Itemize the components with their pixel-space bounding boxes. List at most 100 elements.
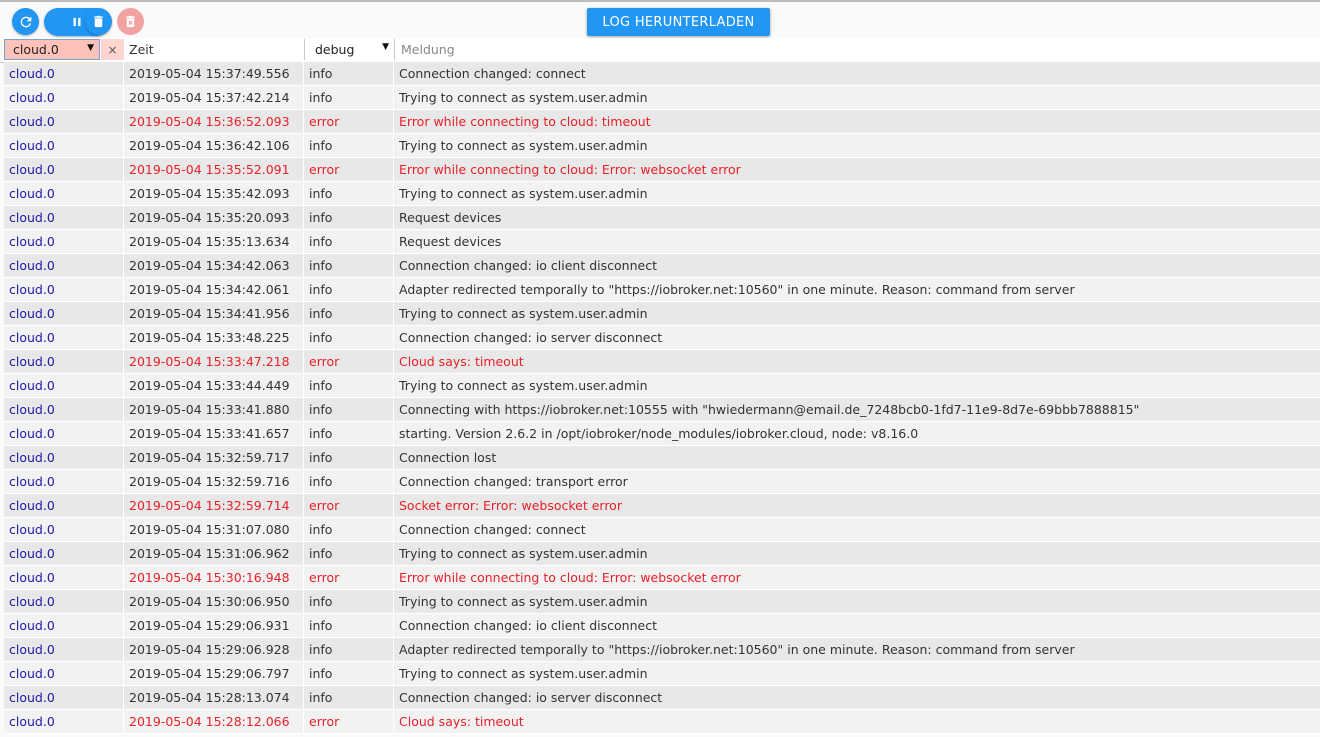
log-message-cell: Connecting with https://iobroker.net:105… xyxy=(399,402,1140,417)
filter-row: cloud.0 ▼ × debug ▼ xyxy=(0,38,1320,63)
log-row: cloud.0 2019-05-04 15:35:52.091 error Error… xyxy=(4,157,1320,182)
log-row: cloud.0 2019-05-04 15:32:59.716 info Connec… xyxy=(4,469,1320,494)
log-source-cell: cloud.0 xyxy=(4,589,124,614)
log-time-cell: 2019-05-04 15:37:42.214 xyxy=(124,85,304,110)
log-time-cell: 2019-05-04 15:31:06.962 xyxy=(124,541,304,566)
log-row: cloud.0 2019-05-04 15:30:16.948 error Error… xyxy=(4,565,1320,590)
log-row: cloud.0 2019-05-04 15:29:06.797 info Trying… xyxy=(4,661,1320,686)
log-message-cell: Trying to connect as system.user.admin xyxy=(399,594,648,609)
log-source-cell: cloud.0 xyxy=(4,61,124,86)
log-source-cell: cloud.0 xyxy=(4,85,124,110)
log-row: cloud.0 2019-05-04 15:34:42.061 info Adapte… xyxy=(4,277,1320,302)
log-row: cloud.0 2019-05-04 15:31:07.080 info Connec… xyxy=(4,517,1320,542)
log-row: cloud.0 2019-05-04 15:35:42.093 info Trying… xyxy=(4,181,1320,206)
log-message-cell: Trying to connect as system.user.admin xyxy=(399,666,648,681)
log-severity-cell: info xyxy=(304,373,394,398)
log-message-cell: Trying to connect as system.user.admin xyxy=(399,186,648,201)
log-message-cell: Trying to connect as system.user.admin xyxy=(399,90,648,105)
log-row: cloud.0 2019-05-04 15:37:49.556 info Connec… xyxy=(4,61,1320,86)
log-row: cloud.0 2019-05-04 15:31:06.962 info Trying… xyxy=(4,541,1320,566)
log-severity-cell: info xyxy=(304,517,394,542)
dropdown-arrow-icon: ▼ xyxy=(87,43,94,53)
log-source-cell: cloud.0 xyxy=(4,205,124,230)
log-severity-cell: info xyxy=(304,85,394,110)
log-row: cloud.0 2019-05-04 15:33:48.225 info Connec… xyxy=(4,325,1320,350)
log-severity-cell: error xyxy=(304,157,394,182)
log-row: cloud.0 2019-05-04 15:34:42.063 info Connec… xyxy=(4,253,1320,278)
log-message-cell: Cloud says: timeout xyxy=(399,354,524,369)
log-time-cell: 2019-05-04 15:35:13.634 xyxy=(124,229,304,254)
log-severity-cell: info xyxy=(304,541,394,566)
log-severity-cell: info xyxy=(304,301,394,326)
log-message-cell: starting. Version 2.6.2 in /opt/iobroker… xyxy=(399,426,919,441)
log-time-cell: 2019-05-04 15:35:52.091 xyxy=(124,157,304,182)
log-source-cell: cloud.0 xyxy=(4,181,124,206)
log-severity-cell: info xyxy=(304,637,394,662)
log-severity-cell: error xyxy=(304,493,394,518)
pause-icon xyxy=(73,17,81,27)
log-time-cell: 2019-05-04 15:28:12.066 xyxy=(124,709,304,734)
log-severity-cell: info xyxy=(304,205,394,230)
log-source-cell: cloud.0 xyxy=(4,469,124,494)
log-message-cell: Connection lost xyxy=(399,450,497,465)
log-message-cell: Trying to connect as system.user.admin xyxy=(399,138,648,153)
log-message-cell: Connection changed: transport error xyxy=(399,474,628,489)
log-time-cell: 2019-05-04 15:30:16.948 xyxy=(124,565,304,590)
log-source-cell: cloud.0 xyxy=(4,277,124,302)
log-row: cloud.0 2019-05-04 15:35:13.634 info Reques… xyxy=(4,229,1320,254)
log-source-cell: cloud.0 xyxy=(4,157,124,182)
log-message-cell: Trying to connect as system.user.admin xyxy=(399,378,648,393)
refresh-button[interactable] xyxy=(12,8,39,35)
clear-source-filter-button[interactable]: × xyxy=(101,39,124,60)
time-filter-input[interactable] xyxy=(125,39,305,60)
log-message-cell: Trying to connect as system.user.admin xyxy=(399,306,648,321)
log-time-cell: 2019-05-04 15:34:41.956 xyxy=(124,301,304,326)
log-message-cell: Connection changed: connect xyxy=(399,522,586,537)
delete-forever-button[interactable] xyxy=(117,8,144,35)
log-row: cloud.0 2019-05-04 15:34:41.956 info Trying… xyxy=(4,301,1320,326)
log-time-cell: 2019-05-04 15:29:06.928 xyxy=(124,637,304,662)
log-time-cell: 2019-05-04 15:28:13.074 xyxy=(124,685,304,710)
log-source-cell: cloud.0 xyxy=(4,637,124,662)
log-time-cell: 2019-05-04 15:35:42.093 xyxy=(124,181,304,206)
log-time-cell: 2019-05-04 15:32:59.716 xyxy=(124,469,304,494)
message-filter-input[interactable] xyxy=(396,39,1316,60)
refresh-icon xyxy=(20,16,31,27)
log-row: cloud.0 2019-05-04 15:33:41.880 info Connec… xyxy=(4,397,1320,422)
log-row: cloud.0 2019-05-04 15:33:47.218 error Cloud… xyxy=(4,349,1320,374)
log-time-cell: 2019-05-04 15:36:52.093 xyxy=(124,109,304,134)
log-severity-cell: info xyxy=(304,325,394,350)
log-time-cell: 2019-05-04 15:29:06.931 xyxy=(124,613,304,638)
log-source-cell: cloud.0 xyxy=(4,709,124,734)
source-filter-select[interactable]: cloud.0 ▼ xyxy=(4,39,100,60)
log-message-cell: Adapter redirected temporally to "https:… xyxy=(399,282,1075,297)
log-time-cell: 2019-05-04 15:29:06.797 xyxy=(124,661,304,686)
log-time-cell: 2019-05-04 15:35:20.093 xyxy=(124,205,304,230)
log-row: cloud.0 2019-05-04 15:33:44.449 info Trying… xyxy=(4,373,1320,398)
log-source-cell: cloud.0 xyxy=(4,541,124,566)
log-row: cloud.0 2019-05-04 15:33:41.657 info starti… xyxy=(4,421,1320,446)
download-log-button[interactable]: LOG HERUNTERLADEN xyxy=(587,8,770,36)
severity-filter-select[interactable]: debug ▼ xyxy=(306,39,395,60)
log-message-cell: Connection changed: connect xyxy=(399,66,586,81)
log-source-cell: cloud.0 xyxy=(4,109,124,134)
log-message-cell: Error while connecting to cloud: Error: … xyxy=(399,162,741,177)
log-time-cell: 2019-05-04 15:33:41.880 xyxy=(124,397,304,422)
log-time-cell: 2019-05-04 15:37:49.556 xyxy=(124,61,304,86)
log-message-cell: Cloud says: timeout xyxy=(399,714,524,729)
log-severity-cell: info xyxy=(304,469,394,494)
log-row: cloud.0 2019-05-04 15:29:06.928 info Adapte… xyxy=(4,637,1320,662)
log-severity-cell: info xyxy=(304,397,394,422)
log-source-cell: cloud.0 xyxy=(4,445,124,470)
dropdown-arrow-icon: ▼ xyxy=(382,42,389,52)
log-severity-cell: error xyxy=(304,109,394,134)
log-time-cell: 2019-05-04 15:33:48.225 xyxy=(124,325,304,350)
log-table: cloud.0 2019-05-04 15:37:49.556 info Connec… xyxy=(4,61,1320,734)
log-message-cell: Socket error: Error: websocket error xyxy=(399,498,622,513)
log-severity-cell: info xyxy=(304,661,394,686)
log-severity-cell: info xyxy=(304,589,394,614)
log-message-cell: Error while connecting to cloud: timeout xyxy=(399,114,651,129)
delete-button[interactable] xyxy=(85,8,112,35)
log-source-cell: cloud.0 xyxy=(4,349,124,374)
log-time-cell: 2019-05-04 15:33:47.218 xyxy=(124,349,304,374)
